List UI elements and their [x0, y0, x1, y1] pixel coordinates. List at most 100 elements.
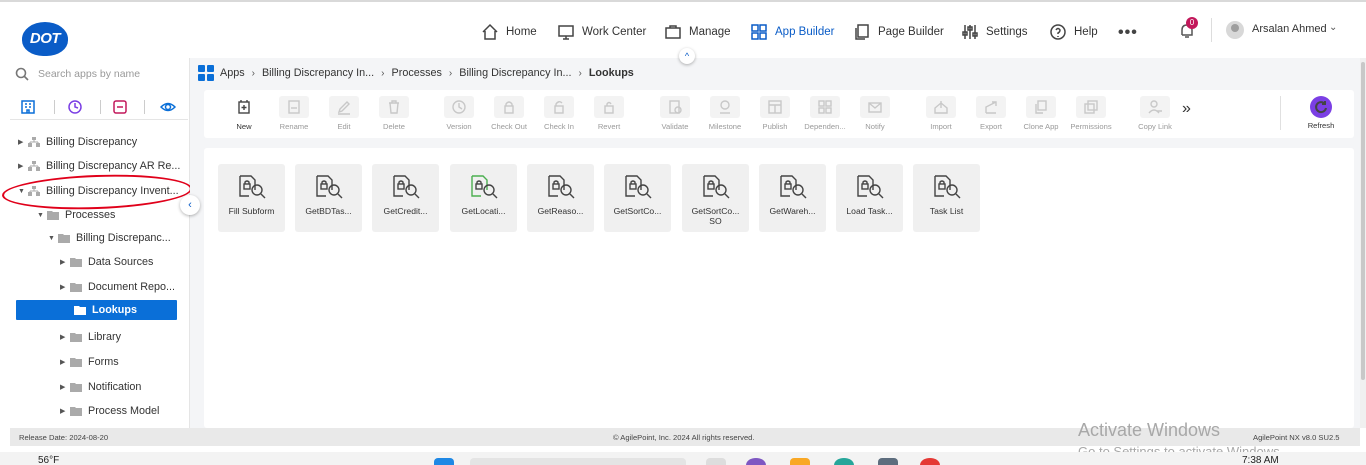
toolbar-label: Dependen... — [804, 122, 846, 131]
toolbar-label: Import — [930, 122, 952, 131]
permissions-button[interactable]: Permissions — [1064, 94, 1118, 134]
expand-arrow-icon[interactable]: ▶ — [60, 333, 70, 341]
delete-button[interactable]: Delete — [367, 94, 421, 134]
rename-button[interactable]: Rename — [267, 94, 321, 134]
lookup-tile[interactable]: Load Task... — [836, 164, 903, 232]
revert-icon — [594, 96, 624, 118]
tree-item-notification[interactable]: ▶ Notification — [60, 377, 141, 397]
folder-icon — [58, 233, 71, 243]
tree-item-billing-discrepancy-inventory[interactable]: ▼ Billing Discrepancy Invent... — [18, 181, 179, 201]
lookup-tile[interactable]: Task List — [913, 164, 980, 232]
expand-arrow-icon[interactable]: ▶ — [60, 358, 70, 366]
lookups-grid: Fill Subform GetBDTas... GetCredit... Ge… — [204, 148, 1354, 428]
nav-home[interactable]: Home — [481, 20, 537, 44]
tree-item-billing-discrepancy-ar[interactable]: ▶ Billing Discrepancy AR Re... — [18, 156, 180, 176]
clone-app-button[interactable]: Clone App — [1014, 94, 1068, 134]
milestone-button[interactable]: Milestone — [698, 94, 752, 134]
start-icon[interactable] — [434, 458, 454, 465]
lookup-tile[interactable]: GetLocati... — [450, 164, 517, 232]
new-button[interactable]: New — [217, 94, 271, 134]
tree-item-document-repository[interactable]: ▶ Document Repo... — [60, 277, 175, 297]
tree-item-forms[interactable]: ▶ Forms — [60, 352, 119, 372]
taskbar-search-box[interactable] — [470, 458, 686, 465]
store-icon[interactable] — [878, 458, 898, 465]
tree-item-billing-discrepancy[interactable]: ▶ Billing Discrepancy — [18, 132, 137, 152]
toolbar-more-button[interactable]: » — [1182, 100, 1191, 118]
export-button[interactable]: Export — [964, 94, 1018, 134]
search-apps-input[interactable] — [38, 65, 183, 83]
nav-manage[interactable]: Manage — [664, 20, 731, 44]
teams-icon[interactable] — [746, 458, 766, 465]
dot-logo[interactable]: DOT — [22, 22, 68, 56]
tree-item-label: Billing Discrepancy — [46, 136, 138, 148]
nav-help[interactable]: Help — [1049, 20, 1098, 44]
expand-arrow-icon[interactable]: ▶ — [60, 383, 70, 391]
toolbar-label: Edit — [337, 122, 351, 131]
dependencies-button[interactable]: Dependen... — [798, 94, 852, 134]
collapse-arrow-icon[interactable]: ▼ — [37, 212, 47, 219]
breadcrumb-item[interactable]: Apps — [220, 67, 245, 79]
lookup-tile[interactable]: GetReaso... — [527, 164, 594, 232]
tree-item-processes[interactable]: ▼ Processes — [37, 205, 115, 225]
recent-clock-icon[interactable] — [67, 99, 83, 115]
chrome-icon[interactable] — [920, 458, 940, 465]
breadcrumb-item[interactable]: Billing Discrepancy In... — [262, 67, 374, 79]
nav-settings[interactable]: Settings — [961, 20, 1028, 44]
validate-button[interactable]: Validate — [648, 94, 702, 134]
publish-button[interactable]: Publish — [748, 94, 802, 134]
import-button[interactable]: Import — [914, 94, 968, 134]
nav-work-center[interactable]: Work Center — [557, 20, 646, 44]
minus-box-icon[interactable] — [112, 99, 128, 115]
user-name[interactable]: Arsalan Ahmed — [1252, 23, 1327, 35]
tree-item-process-model[interactable]: ▶ Process Model — [60, 401, 159, 421]
breadcrumb-item[interactable]: Processes — [392, 67, 442, 79]
copy-link-button[interactable]: Copy Link — [1128, 94, 1182, 134]
breadcrumb-item[interactable]: Billing Discrepancy In... — [459, 67, 571, 79]
file-explorer-icon[interactable] — [790, 458, 810, 465]
collapse-sidebar-button[interactable]: ‹ — [180, 195, 200, 215]
nav-app-builder[interactable]: App Builder — [750, 20, 834, 44]
toolbar-label: Rename — [279, 122, 309, 131]
lookup-tile[interactable]: GetBDTas... — [295, 164, 362, 232]
expand-arrow-icon[interactable]: ▶ — [60, 407, 70, 415]
taskbar-clock[interactable]: 7:38 AM — [1242, 455, 1279, 465]
collapse-arrow-icon[interactable]: ▼ — [18, 188, 28, 195]
nav-page-builder[interactable]: Page Builder — [853, 20, 944, 44]
weather-widget[interactable]: 56°F — [38, 455, 59, 465]
task-view-icon[interactable] — [706, 458, 726, 465]
toolbar-divider — [1280, 96, 1281, 130]
refresh-button[interactable]: Refresh — [1294, 94, 1348, 134]
lookup-tile[interactable]: GetWareh... — [759, 164, 826, 232]
expand-arrow-icon[interactable]: ▶ — [18, 162, 28, 170]
tree-item-library[interactable]: ▶ Library — [60, 327, 121, 347]
edit-button[interactable]: Edit — [317, 94, 371, 134]
apps-building-icon[interactable] — [20, 99, 36, 115]
check-in-icon — [544, 96, 574, 118]
collapse-arrow-icon[interactable]: ▼ — [48, 235, 58, 242]
collapse-header-button[interactable]: ^ — [679, 48, 695, 64]
version-button[interactable]: Version — [432, 94, 486, 134]
expand-arrow-icon[interactable]: ▶ — [18, 138, 28, 146]
tree-item-billing-discrepancy-process[interactable]: ▼ Billing Discrepanc... — [48, 228, 171, 248]
avatar[interactable] — [1226, 21, 1244, 39]
check-out-button[interactable]: Check Out — [482, 94, 536, 134]
edge-icon[interactable] — [834, 458, 854, 465]
lookup-tile[interactable]: GetSortCo... — [604, 164, 671, 232]
expand-arrow-icon[interactable]: ▶ — [60, 258, 70, 266]
user-menu-chevron-icon[interactable]: ⌄ — [1329, 22, 1337, 33]
tree-item-data-sources[interactable]: ▶ Data Sources — [60, 252, 153, 272]
tree-item-label: Billing Discrepanc... — [76, 232, 171, 244]
expand-arrow-icon[interactable]: ▶ — [60, 283, 70, 291]
check-in-button[interactable]: Check In — [532, 94, 586, 134]
notify-button[interactable]: Notify — [848, 94, 902, 134]
lookup-tile[interactable]: GetSortCo... SO — [682, 164, 749, 232]
scrollbar-thumb[interactable] — [1361, 62, 1365, 380]
lookup-tile[interactable]: Fill Subform — [218, 164, 285, 232]
tree-item-lookups[interactable]: Lookups — [16, 300, 177, 320]
notification-badge: 0 — [1186, 17, 1198, 29]
revert-button[interactable]: Revert — [582, 94, 636, 134]
eye-icon[interactable] — [159, 99, 177, 115]
tree-item-label: Document Repo... — [88, 281, 176, 293]
more-menu-button[interactable]: ••• — [1118, 24, 1138, 42]
lookup-tile[interactable]: GetCredit... — [372, 164, 439, 232]
